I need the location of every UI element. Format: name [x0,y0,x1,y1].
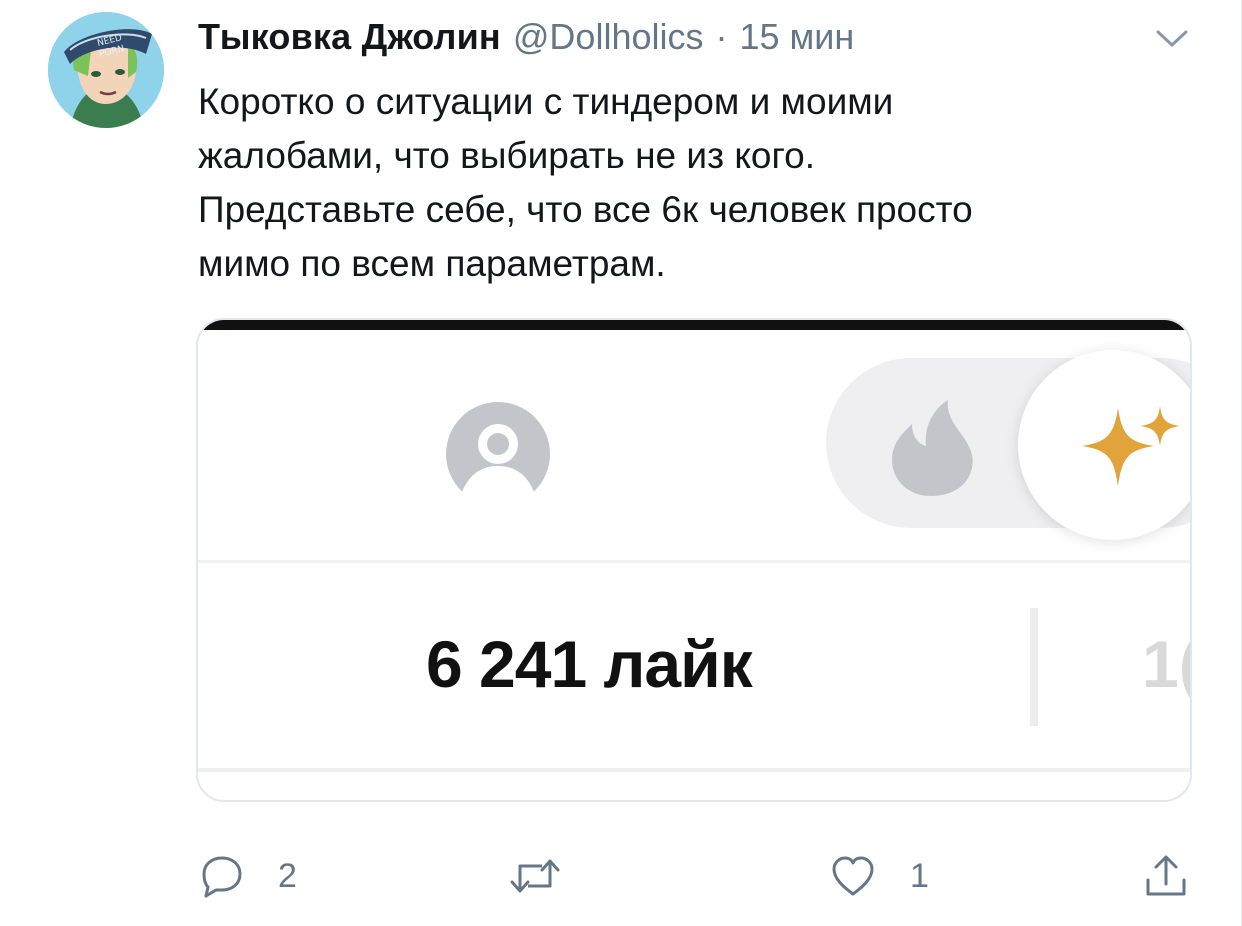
user-handle[interactable]: @Dollholics [513,16,704,58]
media-divider-bottom [198,768,1190,772]
reply-icon [202,856,242,898]
media-top-bar [198,320,1190,330]
vertical-separator [1030,608,1038,726]
cut-off-number: 1( [1142,627,1190,701]
header-separator: · [715,16,728,57]
timestamp[interactable]: 15 мин [740,16,855,58]
share-icon [1146,855,1186,896]
tweet-text: Коротко о ситуации с тиндером и моими жа… [198,81,973,284]
share-button[interactable] [1142,846,1190,906]
reply-count: 2 [278,856,297,895]
flame-icon[interactable] [886,398,976,498]
avatar-image: NEED PORN [48,12,164,128]
tweet-actions: 2 1 [198,846,1194,906]
heart-icon [832,856,874,896]
media-divider [198,560,1190,563]
display-name[interactable]: Тыковка Джолин [198,16,501,58]
tweet[interactable]: NEED PORN Тыковка Джолин @Dollholics · 1… [0,0,1242,926]
chevron-down-icon[interactable] [1152,24,1192,52]
tweet-header: Тыковка Джолин @Dollholics · 15 мин [198,16,854,62]
likes-count-label: 6 241 лайк [426,627,753,701]
like-button[interactable]: 1 [830,846,929,906]
profile-icon [444,400,552,508]
sparkle-icon [1078,404,1188,490]
avatar[interactable]: NEED PORN [48,12,164,128]
retweet-button[interactable] [508,846,562,906]
like-count: 1 [910,856,929,895]
retweet-icon [510,859,560,893]
reply-button[interactable]: 2 [198,846,297,906]
tweet-media[interactable]: 6 241 лайк 1( [196,318,1192,802]
